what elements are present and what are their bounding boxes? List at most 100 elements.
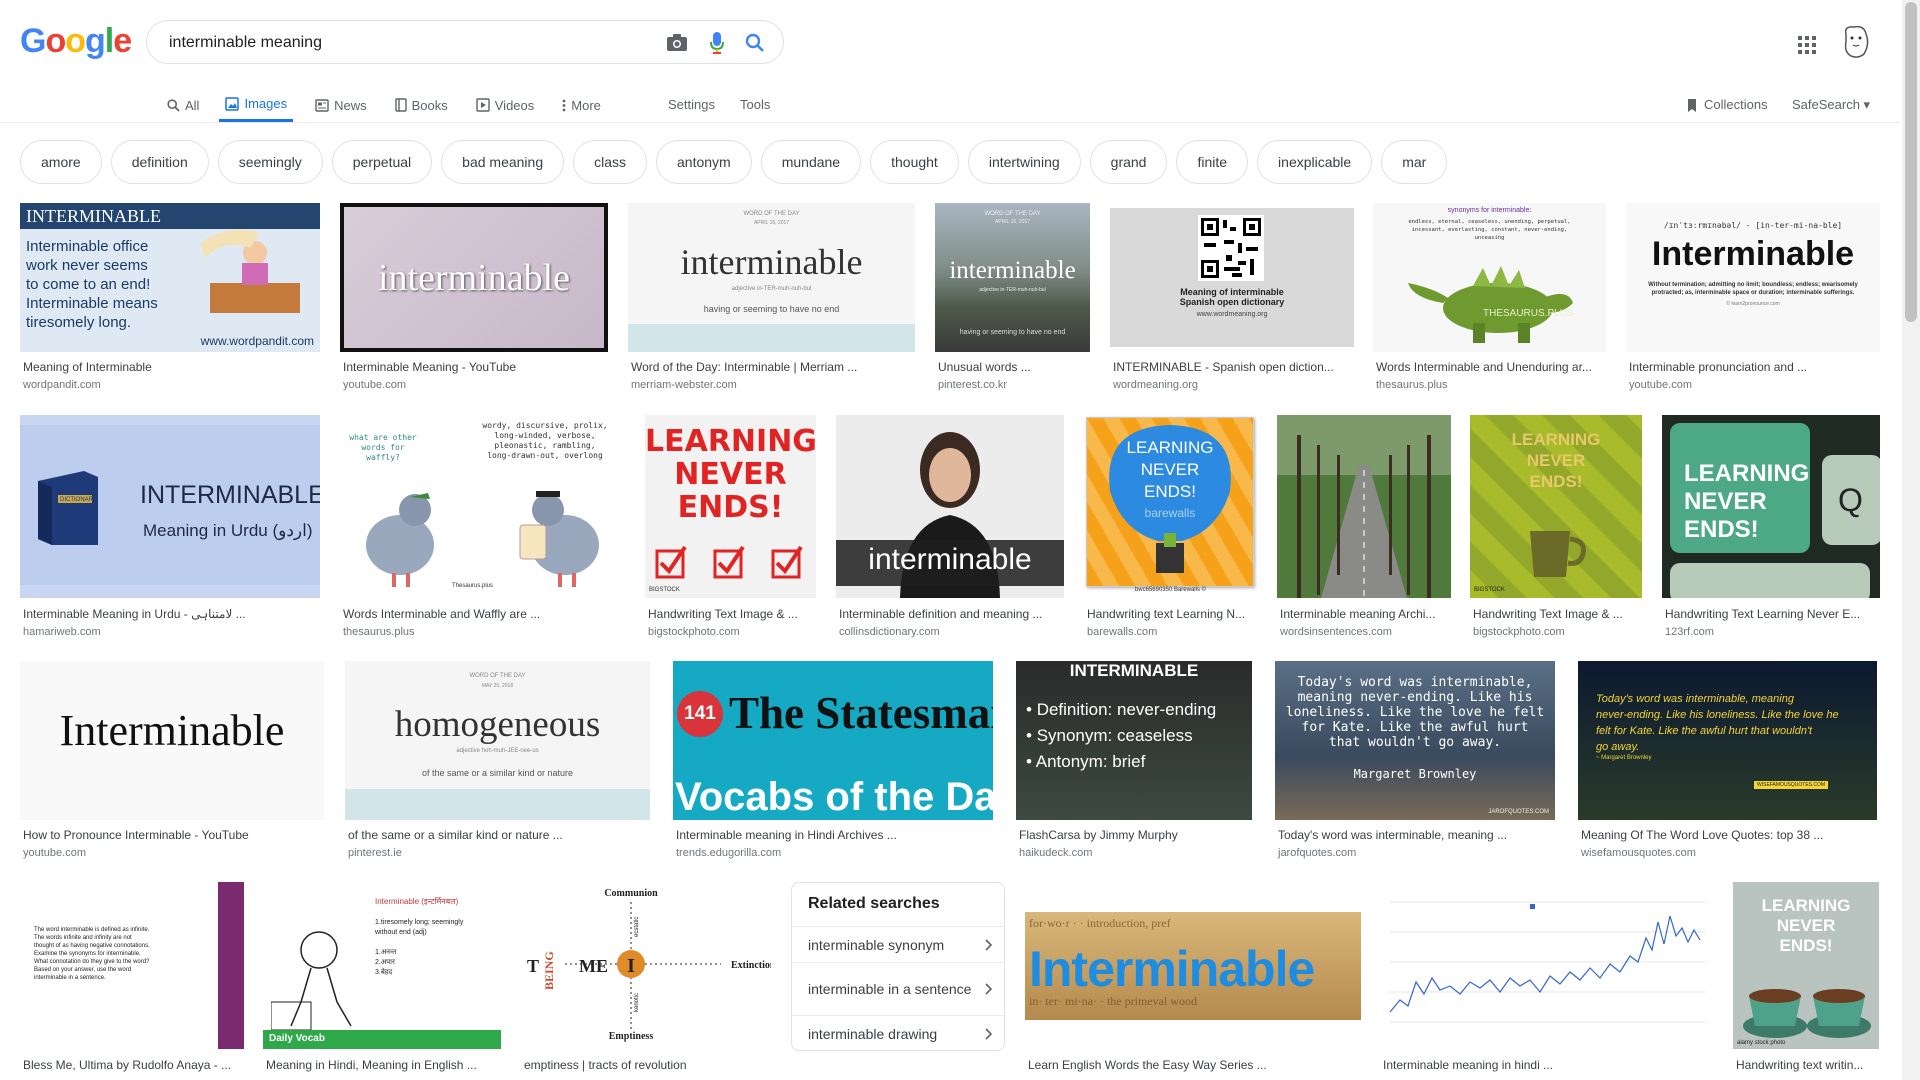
camera-icon[interactable] [665, 31, 689, 55]
result-title[interactable]: of the same or a similar kind or nature … [348, 828, 649, 842]
result-title[interactable]: Interminable meaning in Hindi Archives .… [676, 828, 992, 842]
result-title[interactable]: Handwriting text writin... [1736, 1058, 1878, 1072]
chip[interactable]: definition [110, 140, 209, 184]
chip[interactable]: antonym [656, 140, 752, 184]
result-title[interactable]: Interminable Meaning in Urdu - لامتناہی … [23, 607, 319, 621]
image-result[interactable]: Interminable How to Pronounce Interminab… [20, 661, 324, 861]
result-title[interactable]: Handwriting Text Image & ... [1473, 607, 1641, 621]
result-title[interactable]: Handwriting Text Learning Never E... [1665, 607, 1879, 621]
result-title[interactable]: Bless Me, Ultima by Rudolfo Anaya - ... [23, 1058, 243, 1072]
google-logo[interactable]: Google [20, 22, 132, 61]
microphone-icon[interactable] [705, 31, 729, 55]
tab-more[interactable]: More [560, 88, 603, 122]
image-result[interactable]: INTERMINABLE Interminable office work ne… [20, 203, 320, 393]
chip[interactable]: class [573, 140, 648, 184]
chip[interactable]: thought [870, 140, 959, 184]
result-title[interactable]: Word of the Day: Interminable | Merriam … [631, 360, 914, 374]
apps-grid-icon[interactable] [1795, 33, 1819, 57]
tab-videos[interactable]: Videos [474, 88, 537, 122]
result-title[interactable]: Interminable meaning in hindi ... [1383, 1058, 1712, 1072]
result-title[interactable]: INTERMINABLE - Spanish open diction... [1113, 360, 1353, 374]
thumb-date: MAY 25, 2018 [481, 683, 514, 689]
image-result[interactable]: INTERMINABLE • Definition: never-ending … [1016, 661, 1252, 861]
logo-letter: o [45, 22, 66, 60]
chip[interactable]: mar [1381, 140, 1448, 184]
collections-link[interactable]: Collections [1686, 88, 1768, 122]
chip[interactable]: grand [1089, 140, 1168, 184]
tab-news[interactable]: News [313, 88, 369, 122]
result-title[interactable]: Handwriting Text Image & ... [648, 607, 815, 621]
result-title[interactable]: Words Interminable and Waffly are ... [343, 607, 623, 621]
image-result[interactable]: I Communion Emptiness Extinction T ME BE… [521, 882, 771, 1080]
search-box[interactable] [146, 20, 784, 65]
result-title[interactable]: Interminable meaning Archi... [1280, 607, 1450, 621]
image-result[interactable]: DICTIONARY INTERMINABLE Meaning in Urdu … [20, 415, 320, 641]
thumb-line: tiresomely long. [26, 314, 132, 331]
search-input[interactable] [167, 21, 631, 65]
tab-books[interactable]: Books [393, 88, 450, 122]
result-title[interactable]: Learn English Words the Easy Way Series … [1028, 1058, 1360, 1072]
result-title[interactable]: Interminable pronunciation and ... [1629, 360, 1879, 374]
chip[interactable]: inexplicable [1257, 140, 1373, 184]
chip[interactable]: perpetual [331, 140, 433, 184]
image-result[interactable]: interminable Interminable Meaning - YouT… [340, 203, 608, 393]
image-result[interactable]: LEARNING NEVER ENDS! alamy stock photo H… [1733, 882, 1879, 1080]
image-result[interactable]: what are other words for waffly? wordy, … [340, 415, 624, 641]
result-title[interactable]: Interminable definition and meaning ... [839, 607, 1063, 621]
image-result[interactable]: synonyms for interminable: endless, eter… [1373, 203, 1606, 393]
image-result[interactable]: WORD OF THE DAY APRIL 16, 2017 intermina… [628, 203, 915, 393]
related-search-item[interactable]: interminable synonym [792, 926, 1004, 962]
related-search-item[interactable]: interminable drawing [792, 1015, 1004, 1051]
trend-line-graph [1389, 901, 1705, 1023]
image-result[interactable]: Interminable (इन्टर्मिनबल) 1.tiresomely … [263, 882, 501, 1080]
result-title[interactable]: Unusual words ... [938, 360, 1089, 374]
result-title[interactable]: FlashCarsa by Jimmy Murphy [1019, 828, 1251, 842]
result-title[interactable]: Words Interminable and Unenduring ar... [1376, 360, 1605, 374]
account-avatar[interactable] [1840, 24, 1872, 60]
image-result[interactable]: 141 The Statesman Vocabs of the Day Inte… [673, 661, 993, 861]
image-result[interactable]: Today's word was interminable, meaning n… [1275, 661, 1555, 861]
chip[interactable]: amore [20, 140, 102, 184]
search-icon[interactable] [743, 31, 767, 55]
image-result[interactable]: WORD OF THE DAY MAY 25, 2018 homogeneous… [345, 661, 650, 861]
result-title[interactable]: Meaning of Interminable [23, 360, 319, 374]
balloon-illustration: LEARNING NEVER ENDS! barewalls [1109, 425, 1231, 573]
image-result[interactable]: /ɪnˈtɜːrmɪnəbəl/ - [in-ter-mi-na-ble] In… [1626, 203, 1880, 393]
thumb-line: NEVER [1776, 916, 1836, 935]
thumb-line: to come to an end! [26, 276, 151, 293]
image-result[interactable]: Today's word was interminable, meaning n… [1578, 661, 1877, 861]
image-result[interactable]: LEARNING NEVER ENDS! barewalls bwc656903… [1084, 415, 1257, 641]
image-result[interactable]: Interminable meaning in hindi ... [1380, 882, 1713, 1080]
image-result[interactable]: for·wo·r · · introduction, pref in· ter·… [1025, 882, 1361, 1080]
result-title[interactable]: Today's word was interminable, meaning .… [1278, 828, 1554, 842]
result-title[interactable]: How to Pronounce Interminable - YouTube [23, 828, 323, 842]
image-result[interactable]: Interminable meaning Archi... wordsinsen… [1277, 415, 1451, 641]
image-result[interactable]: LEARNING NEVER ENDS! BIGSTOCK Handwritin… [1470, 415, 1642, 641]
chip[interactable]: finite [1176, 140, 1249, 184]
chip[interactable]: mundane [760, 140, 862, 184]
tab-images[interactable]: Images [219, 88, 294, 122]
thumb-line: LEARNING [1684, 460, 1809, 487]
chip[interactable]: bad meaning [441, 140, 565, 184]
related-search-item[interactable]: interminable in a sentence [792, 962, 1004, 1015]
tools-link[interactable]: Tools [740, 88, 770, 122]
settings-link[interactable]: Settings [668, 88, 715, 122]
image-result[interactable]: Meaning of interminable Spanish open dic… [1110, 203, 1354, 393]
image-result[interactable]: WORD OF THE DAY APRIL 16, 2017 intermina… [935, 203, 1090, 393]
chip[interactable]: intertwining [967, 140, 1081, 184]
image-result[interactable]: interminable Interminable definition and… [836, 415, 1064, 641]
image-result[interactable]: The word interminable is defined as infi… [20, 882, 244, 1080]
chip[interactable]: seemingly [217, 140, 323, 184]
result-title[interactable]: Interminable Meaning - YouTube [343, 360, 607, 374]
result-title[interactable]: Handwriting text Learning N... [1087, 607, 1256, 621]
safesearch-menu[interactable]: SafeSearch ▾ [1792, 88, 1870, 122]
image-result[interactable]: LEARNING NEVER ENDS! Q Handwriting Text … [1662, 415, 1880, 641]
meme-face-illustration [271, 931, 352, 1031]
result-title[interactable]: emptiness | tracts of revolution [524, 1058, 770, 1072]
result-title[interactable]: Meaning Of The Word Love Quotes: top 38 … [1581, 828, 1876, 842]
thumb-top: Communion [604, 888, 658, 899]
image-result[interactable]: LEARNING NEVER ENDS! BIGSTOCK Handwritin… [645, 415, 816, 641]
scrollbar-thumb[interactable] [1905, 2, 1917, 322]
tab-all[interactable]: All [165, 88, 201, 122]
result-title[interactable]: Meaning in Hindi, Meaning in English ... [266, 1058, 500, 1072]
